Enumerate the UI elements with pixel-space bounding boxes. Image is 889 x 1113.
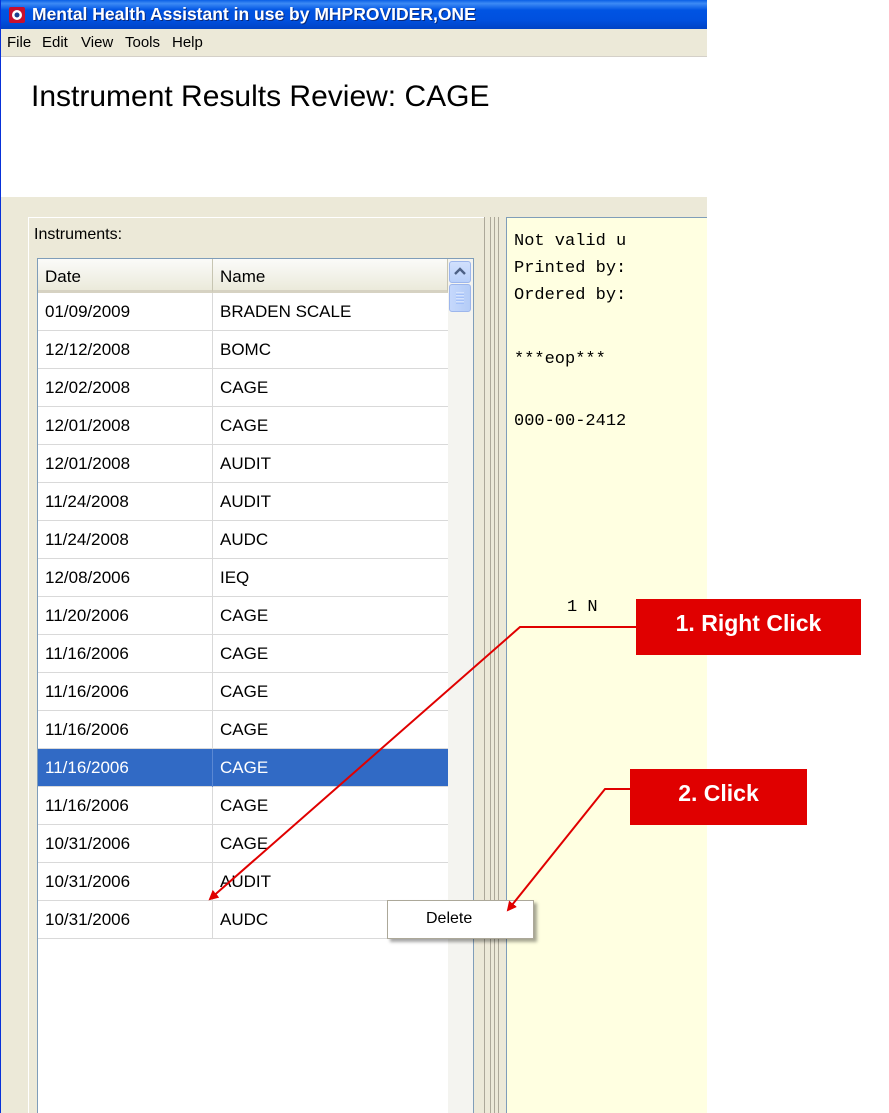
report-line: 000-00-2412 bbox=[514, 412, 627, 431]
scroll-thumb[interactable] bbox=[449, 284, 471, 312]
table-row[interactable]: 11/20/2006 CAGE bbox=[38, 597, 448, 635]
table-row[interactable]: 11/24/2008 AUDIT bbox=[38, 483, 448, 521]
title-bar[interactable]: Mental Health Assistant in use by MHPROV… bbox=[1, 0, 707, 29]
name-cell: AUDIT bbox=[220, 454, 271, 473]
page-header bbox=[1, 57, 707, 197]
callout-step-2: 2. Click bbox=[630, 769, 807, 825]
report-line: ***eop*** bbox=[514, 350, 606, 369]
instruments-grid[interactable]: Date Name 01/09/2009 BRADEN SCALE 12/12/20… bbox=[37, 258, 474, 1113]
context-menu: Delete bbox=[387, 900, 534, 939]
menu-help[interactable]: Help bbox=[172, 34, 203, 51]
date-cell: 11/16/2006 bbox=[38, 749, 213, 787]
date-cell: 12/01/2008 bbox=[38, 445, 213, 483]
grip-icon bbox=[456, 292, 464, 304]
report-line: Printed by: bbox=[514, 259, 627, 278]
date-cell: 12/08/2006 bbox=[38, 559, 213, 597]
menu-edit[interactable]: Edit bbox=[42, 34, 68, 51]
menu-tools[interactable]: Tools bbox=[125, 34, 160, 51]
name-cell: CAGE bbox=[220, 796, 269, 815]
name-cell: CAGE bbox=[220, 606, 269, 625]
page-title: Instrument Results Review: CAGE bbox=[31, 80, 490, 113]
menu-file[interactable]: File bbox=[7, 34, 31, 51]
callout-step-1: 1. Right Click bbox=[636, 599, 861, 655]
app-icon bbox=[9, 7, 25, 23]
report-line: Ordered by: bbox=[514, 286, 627, 305]
application-window: Mental Health Assistant in use by MHPROV… bbox=[0, 0, 707, 1113]
date-cell: 11/16/2006 bbox=[38, 787, 213, 825]
date-cell: 10/31/2006 bbox=[38, 901, 213, 939]
name-cell: AUDIT bbox=[220, 872, 271, 891]
name-cell: CAGE bbox=[220, 720, 269, 739]
name-cell: IEQ bbox=[220, 568, 250, 587]
date-cell: 12/01/2008 bbox=[38, 407, 213, 445]
name-cell: CAGE bbox=[220, 378, 269, 397]
name-cell: BOMC bbox=[220, 340, 271, 359]
date-cell: 10/31/2006 bbox=[38, 825, 213, 863]
chevron-up-icon bbox=[454, 267, 466, 275]
instruments-panel: Instruments: Date Name 01/09/2009 BRADEN … bbox=[28, 217, 485, 1113]
name-cell: CAGE bbox=[220, 834, 269, 853]
table-row[interactable]: 01/09/2009 BRADEN SCALE bbox=[38, 293, 448, 331]
date-cell: 11/24/2008 bbox=[38, 483, 213, 521]
table-row-selected[interactable]: 11/16/2006 CAGE bbox=[38, 749, 448, 787]
name-cell: CAGE bbox=[220, 758, 269, 777]
scroll-up-button[interactable] bbox=[449, 261, 471, 283]
table-row[interactable]: 11/24/2008 AUDC bbox=[38, 521, 448, 559]
date-cell: 11/16/2006 bbox=[38, 635, 213, 673]
report-line: Not valid u bbox=[514, 232, 627, 251]
report-pane[interactable]: Not valid u Printed by: Ordered by: ***e… bbox=[506, 217, 707, 1113]
name-cell: AUDIT bbox=[220, 492, 271, 511]
table-row[interactable]: 11/16/2006 CAGE bbox=[38, 711, 448, 749]
column-header-name[interactable]: Name bbox=[213, 259, 448, 293]
table-row[interactable]: 10/31/2006 AUDIT bbox=[38, 863, 448, 901]
table-row[interactable]: 12/01/2008 AUDIT bbox=[38, 445, 448, 483]
table-row[interactable]: 11/16/2006 CAGE bbox=[38, 635, 448, 673]
name-cell: CAGE bbox=[220, 682, 269, 701]
window-title: Mental Health Assistant in use by MHPROV… bbox=[32, 4, 476, 24]
table-row[interactable]: 12/12/2008 BOMC bbox=[38, 331, 448, 369]
panel-splitter[interactable] bbox=[484, 217, 507, 1113]
date-cell: 01/09/2009 bbox=[38, 293, 213, 331]
table-row[interactable]: 11/16/2006 CAGE bbox=[38, 673, 448, 711]
menu-bar: File Edit View Tools Help bbox=[1, 29, 707, 57]
date-cell: 11/16/2006 bbox=[38, 673, 213, 711]
date-cell: 12/12/2008 bbox=[38, 331, 213, 369]
name-cell: AUDC bbox=[220, 530, 269, 549]
date-cell: 10/31/2006 bbox=[38, 863, 213, 901]
name-cell: CAGE bbox=[220, 416, 269, 435]
date-cell: 12/02/2008 bbox=[38, 369, 213, 407]
name-cell: CAGE bbox=[220, 644, 269, 663]
table-row[interactable]: 12/02/2008 CAGE bbox=[38, 369, 448, 407]
instruments-label: Instruments: bbox=[34, 226, 123, 243]
menu-view[interactable]: View bbox=[81, 34, 113, 51]
date-cell: 11/20/2006 bbox=[38, 597, 213, 635]
name-cell: BRADEN SCALE bbox=[220, 302, 352, 321]
date-cell: 11/24/2008 bbox=[38, 521, 213, 559]
table-row[interactable]: 11/16/2006 CAGE bbox=[38, 787, 448, 825]
column-header-date[interactable]: Date bbox=[38, 259, 213, 293]
table-row[interactable]: 12/08/2006 IEQ bbox=[38, 559, 448, 597]
vertical-scrollbar[interactable] bbox=[448, 259, 473, 1113]
table-row[interactable]: 12/01/2008 CAGE bbox=[38, 407, 448, 445]
context-menu-delete[interactable]: Delete bbox=[426, 910, 472, 928]
table-row[interactable]: 10/31/2006 CAGE bbox=[38, 825, 448, 863]
date-cell: 11/16/2006 bbox=[38, 711, 213, 749]
